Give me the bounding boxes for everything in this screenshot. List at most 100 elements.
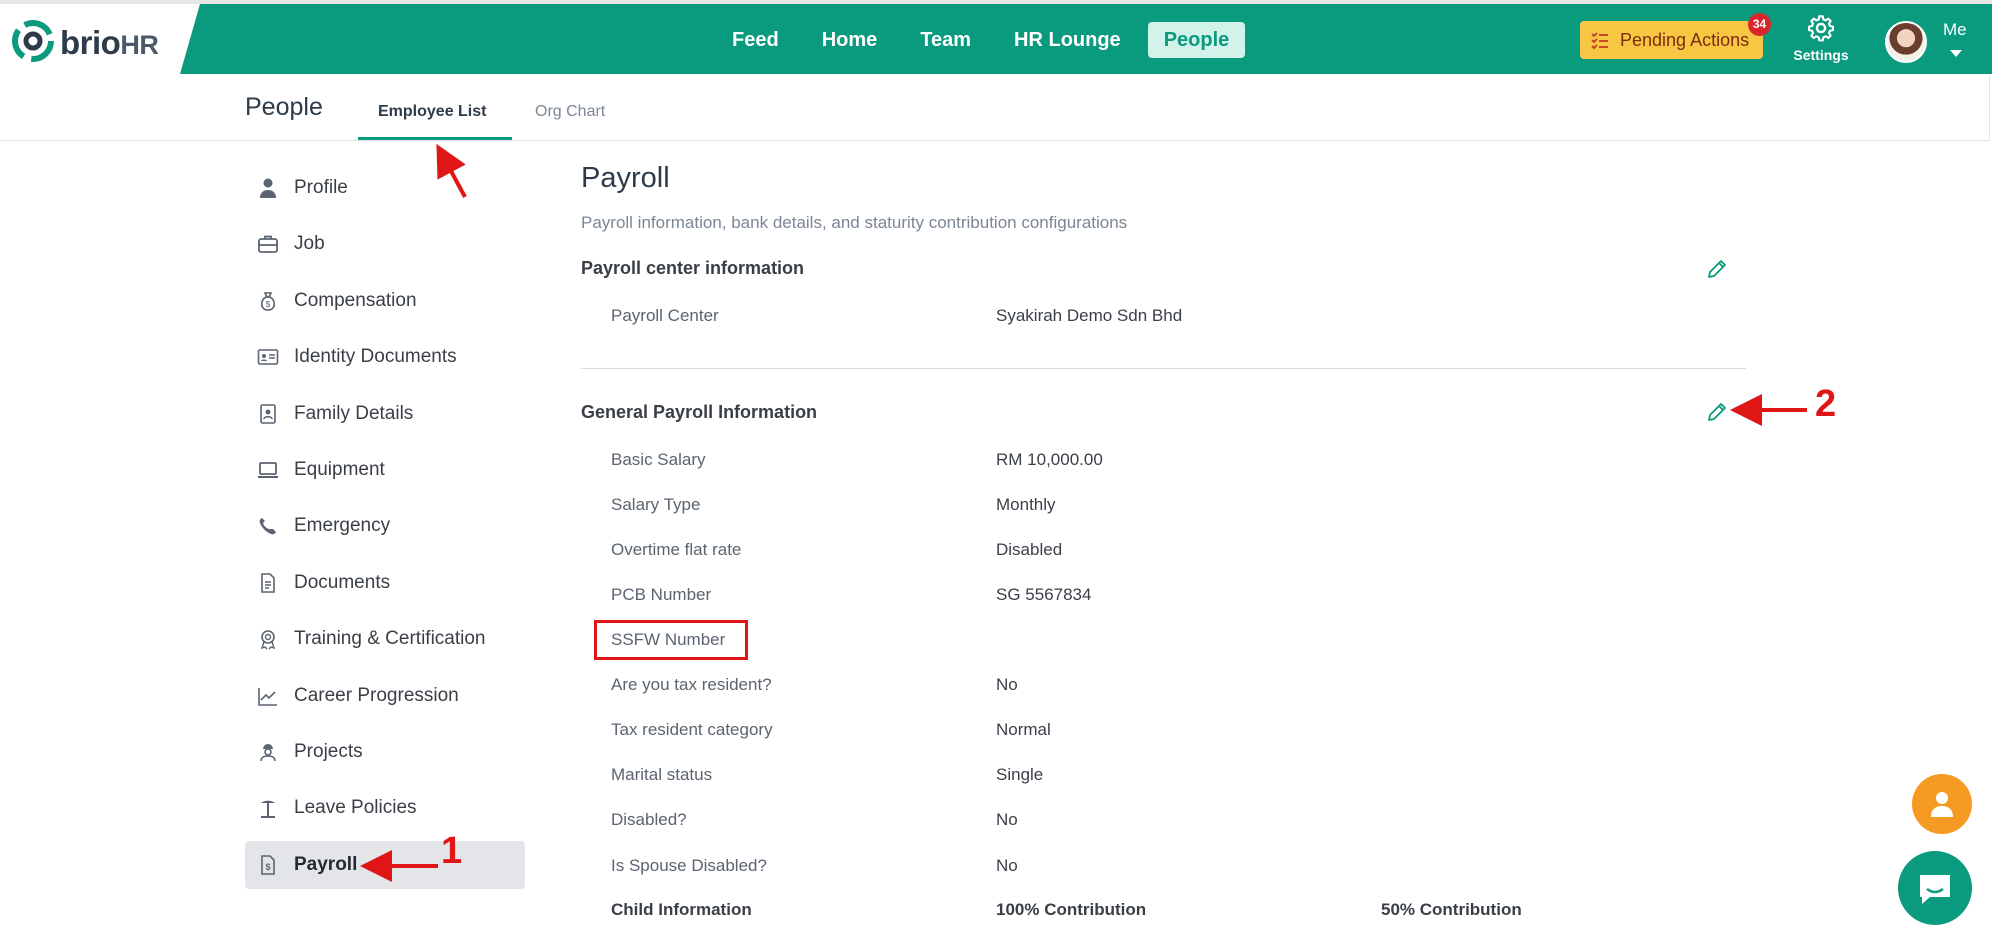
beach-icon [261, 800, 275, 818]
annotation-number-2: 2 [1815, 383, 1837, 425]
sidebar-item-job[interactable]: Job [245, 220, 525, 268]
brand-wordmark: brioHR [60, 24, 159, 62]
sidebar-item-label: Identity Documents [294, 346, 457, 367]
tax-category-value: Normal [996, 720, 1051, 739]
settings-label: Settings [1793, 47, 1849, 63]
sidebar-item-label: Career Progression [294, 685, 459, 706]
sidebar-item-label: Job [294, 233, 325, 254]
phone-icon [259, 518, 276, 535]
salary-type-value: Monthly [996, 495, 1056, 514]
pencil-icon[interactable] [1706, 401, 1728, 423]
chart-line-icon [258, 688, 277, 706]
settings-button[interactable]: Settings [1788, 14, 1854, 63]
highlight-box [594, 620, 748, 660]
briefcase-icon [258, 235, 278, 253]
child-info-header: Child Information [611, 900, 752, 919]
sidebar-item-compensation[interactable]: $ Compensation [245, 277, 525, 325]
family-icon [260, 404, 276, 424]
marital-status-label: Marital status [611, 765, 713, 784]
marital-status-value: Single [996, 765, 1044, 784]
basic-salary-label: Basic Salary [611, 450, 706, 469]
spouse-disabled-label: Is Spouse Disabled? [611, 856, 767, 875]
section-title: People [245, 93, 323, 121]
sidebar-item-payroll[interactable]: $ Payroll [245, 841, 525, 889]
basic-salary-value: RM 10,000.00 [996, 450, 1103, 469]
sub-header: People Employee List Org Chart [0, 74, 1990, 141]
tab-employee-list[interactable]: Employee List [378, 103, 486, 121]
pending-count-badge: 34 [1748, 13, 1771, 36]
pcb-number-label: PCB Number [611, 585, 712, 604]
logo[interactable]: brioHR [0, 4, 200, 74]
avatar[interactable] [1885, 21, 1927, 63]
chat-button[interactable] [1898, 851, 1972, 925]
payroll-center-title: Payroll center information [581, 258, 805, 278]
checklist-icon [1591, 32, 1608, 50]
sidebar-item-projects[interactable]: Projects [245, 728, 525, 776]
brio-logo-icon [12, 20, 54, 62]
payroll-icon: $ [261, 855, 275, 875]
sidebar-item-family-details[interactable]: Family Details [245, 390, 525, 438]
nav-people[interactable]: People [1147, 22, 1246, 58]
page-subtitle: Payroll information, bank details, and s… [581, 213, 1128, 232]
tab-org-chart[interactable]: Org Chart [535, 103, 605, 121]
sidebar-item-identity-documents[interactable]: Identity Documents [245, 333, 525, 381]
sidebar-item-emergency[interactable]: Emergency [245, 502, 525, 550]
worker-icon [260, 744, 276, 762]
payroll-center-label: Payroll Center [611, 306, 719, 325]
sidebar-item-documents[interactable]: Documents [245, 559, 525, 607]
top-bar: brioHR Feed Home Team HR Lounge People P… [0, 0, 1992, 74]
sidebar-item-leave-policies[interactable]: Leave Policies [245, 784, 525, 832]
pending-actions-label: Pending Actions [1620, 29, 1750, 50]
sidebar-item-label: Training & Certification [294, 628, 486, 649]
user-menu-label[interactable]: Me [1943, 20, 1967, 40]
brand-suffix: HR [120, 30, 159, 60]
overtime-rate-label: Overtime flat rate [611, 540, 742, 559]
chat-icon [1920, 875, 1950, 904]
sidebar-item-career-progression[interactable]: Career Progression [245, 672, 525, 720]
money-bag-icon: $ [260, 292, 276, 311]
nav-home[interactable]: Home [806, 22, 894, 58]
sidebar-item-equipment[interactable]: Equipment [245, 446, 525, 494]
disabled-label: Disabled? [611, 810, 687, 829]
sidebar-item-label: Family Details [294, 403, 414, 424]
full-contribution-header: 100% Contribution [996, 900, 1147, 919]
salary-type-label: Salary Type [611, 495, 701, 514]
svg-text:$: $ [266, 300, 271, 309]
spouse-disabled-value: No [996, 856, 1018, 875]
payroll-center-value: Syakirah Demo Sdn Bhd [996, 306, 1183, 325]
page-title: Payroll [581, 162, 670, 194]
gear-icon [1807, 15, 1835, 42]
profile-fab-button[interactable] [1912, 774, 1972, 834]
overtime-rate-value: Disabled [996, 540, 1063, 559]
half-contribution-header: 50% Contribution [1381, 900, 1522, 919]
sidebar-item-profile[interactable]: Profile [245, 164, 525, 212]
chevron-down-icon[interactable] [1950, 50, 1962, 57]
sidebar-item-label: Emergency [294, 515, 391, 536]
pcb-number-value: SG 5567834 [996, 585, 1092, 604]
sidebar-item-label: Profile [294, 177, 348, 198]
document-icon [261, 573, 275, 593]
person-icon [260, 178, 276, 198]
pencil-icon[interactable] [1706, 258, 1728, 280]
nav-team[interactable]: Team [904, 22, 987, 58]
sidebar-item-label: Compensation [294, 290, 417, 311]
general-payroll-title: General Payroll Information [581, 402, 818, 422]
user-icon [1931, 792, 1953, 817]
main-nav: Feed Home Team HR Lounge People [716, 22, 1256, 58]
sidebar-item-label: Equipment [294, 459, 385, 480]
nav-hr-lounge[interactable]: HR Lounge [998, 22, 1137, 58]
sidebar-item-label: Payroll [294, 854, 358, 875]
tax-category-label: Tax resident category [611, 720, 773, 739]
active-tab-indicator [358, 137, 512, 140]
tax-resident-value: No [996, 675, 1018, 694]
sidebar-item-label: Projects [294, 741, 363, 762]
tax-resident-label: Are you tax resident? [611, 675, 772, 694]
sidebar-item-label: Leave Policies [294, 797, 417, 818]
section-divider [581, 368, 1746, 369]
pending-actions-button[interactable]: Pending Actions [1580, 21, 1763, 59]
brand-name: brio [60, 24, 121, 61]
sidebar-item-label: Documents [294, 572, 391, 593]
nav-feed[interactable]: Feed [716, 22, 795, 58]
disabled-value: No [996, 810, 1018, 829]
sidebar-item-training-certification[interactable]: Training & Certification [245, 615, 525, 663]
